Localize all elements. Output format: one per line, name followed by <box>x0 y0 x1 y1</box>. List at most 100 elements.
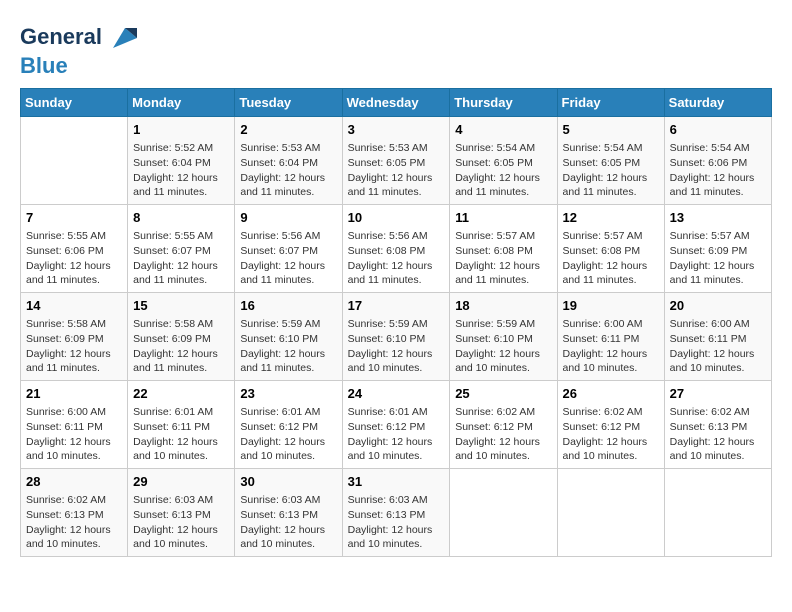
calendar-cell: 23 Sunrise: 6:01 AM Sunset: 6:12 PM Dayli… <box>235 381 342 469</box>
calendar-cell: 19 Sunrise: 6:00 AM Sunset: 6:11 PM Dayli… <box>557 293 664 381</box>
day-number: 14 <box>26 297 122 315</box>
day-number: 4 <box>455 121 551 139</box>
calendar-week-row: 28 Sunrise: 6:02 AM Sunset: 6:13 PM Dayli… <box>21 468 772 556</box>
day-number: 1 <box>133 121 229 139</box>
day-number: 31 <box>348 473 445 491</box>
day-number: 10 <box>348 209 445 227</box>
calendar-header-row: SundayMondayTuesdayWednesdayThursdayFrid… <box>21 89 772 117</box>
day-number: 18 <box>455 297 551 315</box>
day-number: 19 <box>563 297 659 315</box>
column-header-friday: Friday <box>557 89 664 117</box>
calendar-week-row: 14 Sunrise: 5:58 AM Sunset: 6:09 PM Dayli… <box>21 293 772 381</box>
column-header-monday: Monday <box>128 89 235 117</box>
day-info: Sunrise: 5:59 AM Sunset: 6:10 PM Dayligh… <box>240 317 336 376</box>
day-info: Sunrise: 6:02 AM Sunset: 6:13 PM Dayligh… <box>26 493 122 552</box>
day-info: Sunrise: 6:00 AM Sunset: 6:11 PM Dayligh… <box>670 317 766 376</box>
day-info: Sunrise: 5:54 AM Sunset: 6:06 PM Dayligh… <box>670 141 766 200</box>
calendar-cell: 9Sunrise: 5:56 AM Sunset: 6:07 PM Daylig… <box>235 205 342 293</box>
day-info: Sunrise: 5:54 AM Sunset: 6:05 PM Dayligh… <box>455 141 551 200</box>
page-header: General Blue <box>20 20 772 78</box>
day-info: Sunrise: 6:01 AM Sunset: 6:12 PM Dayligh… <box>240 405 336 464</box>
day-number: 12 <box>563 209 659 227</box>
day-number: 13 <box>670 209 766 227</box>
calendar-cell: 25Sunrise: 6:02 AM Sunset: 6:12 PM Dayli… <box>450 381 557 469</box>
calendar-cell: 24 Sunrise: 6:01 AM Sunset: 6:12 PM Dayli… <box>342 381 450 469</box>
calendar-cell: 15 Sunrise: 5:58 AM Sunset: 6:09 PM Dayli… <box>128 293 235 381</box>
calendar-cell: 7 Sunrise: 5:55 AM Sunset: 6:06 PM Daylig… <box>21 205 128 293</box>
day-info: Sunrise: 5:54 AM Sunset: 6:05 PM Dayligh… <box>563 141 659 200</box>
day-number: 23 <box>240 385 336 403</box>
calendar-cell: 31 Sunrise: 6:03 AM Sunset: 6:13 PM Dayli… <box>342 468 450 556</box>
day-info: Sunrise: 5:52 AM Sunset: 6:04 PM Dayligh… <box>133 141 229 200</box>
day-info: Sunrise: 6:01 AM Sunset: 6:12 PM Dayligh… <box>348 405 445 464</box>
day-info: Sunrise: 5:57 AM Sunset: 6:09 PM Dayligh… <box>670 229 766 288</box>
calendar-cell: 5 Sunrise: 5:54 AM Sunset: 6:05 PM Daylig… <box>557 117 664 205</box>
calendar-cell: 13 Sunrise: 5:57 AM Sunset: 6:09 PM Dayli… <box>664 205 771 293</box>
calendar-cell: 10 Sunrise: 5:56 AM Sunset: 6:08 PM Dayli… <box>342 205 450 293</box>
day-number: 21 <box>26 385 122 403</box>
calendar-cell: 8 Sunrise: 5:55 AM Sunset: 6:07 PM Daylig… <box>128 205 235 293</box>
day-info: Sunrise: 5:55 AM Sunset: 6:06 PM Dayligh… <box>26 229 122 288</box>
day-info: Sunrise: 6:01 AM Sunset: 6:11 PM Dayligh… <box>133 405 229 464</box>
calendar-cell: 6 Sunrise: 5:54 AM Sunset: 6:06 PM Daylig… <box>664 117 771 205</box>
calendar-cell: 28 Sunrise: 6:02 AM Sunset: 6:13 PM Dayli… <box>21 468 128 556</box>
calendar-cell: 26 Sunrise: 6:02 AM Sunset: 6:12 PM Dayli… <box>557 381 664 469</box>
calendar-cell: 1 Sunrise: 5:52 AM Sunset: 6:04 PM Daylig… <box>128 117 235 205</box>
day-number: 20 <box>670 297 766 315</box>
day-info: Sunrise: 5:55 AM Sunset: 6:07 PM Dayligh… <box>133 229 229 288</box>
day-info: Sunrise: 5:58 AM Sunset: 6:09 PM Dayligh… <box>133 317 229 376</box>
calendar-week-row: 7 Sunrise: 5:55 AM Sunset: 6:06 PM Daylig… <box>21 205 772 293</box>
calendar-cell: 3 Sunrise: 5:53 AM Sunset: 6:05 PM Daylig… <box>342 117 450 205</box>
day-number: 27 <box>670 385 766 403</box>
calendar-cell <box>450 468 557 556</box>
day-number: 17 <box>348 297 445 315</box>
day-info: Sunrise: 5:53 AM Sunset: 6:04 PM Dayligh… <box>240 141 336 200</box>
day-number: 3 <box>348 121 445 139</box>
day-info: Sunrise: 6:03 AM Sunset: 6:13 PM Dayligh… <box>240 493 336 552</box>
logo-text: General <box>20 25 102 49</box>
day-number: 24 <box>348 385 445 403</box>
day-info: Sunrise: 5:53 AM Sunset: 6:05 PM Dayligh… <box>348 141 445 200</box>
column-header-saturday: Saturday <box>664 89 771 117</box>
day-number: 5 <box>563 121 659 139</box>
day-number: 30 <box>240 473 336 491</box>
day-number: 9 <box>240 209 336 227</box>
day-info: Sunrise: 6:02 AM Sunset: 6:13 PM Dayligh… <box>670 405 766 464</box>
calendar-cell: 20 Sunrise: 6:00 AM Sunset: 6:11 PM Dayli… <box>664 293 771 381</box>
day-info: Sunrise: 5:57 AM Sunset: 6:08 PM Dayligh… <box>563 229 659 288</box>
calendar-cell: 12 Sunrise: 5:57 AM Sunset: 6:08 PM Dayli… <box>557 205 664 293</box>
day-info: Sunrise: 6:03 AM Sunset: 6:13 PM Dayligh… <box>348 493 445 552</box>
column-header-sunday: Sunday <box>21 89 128 117</box>
day-number: 15 <box>133 297 229 315</box>
calendar-week-row: 21 Sunrise: 6:00 AM Sunset: 6:11 PM Dayli… <box>21 381 772 469</box>
day-number: 8 <box>133 209 229 227</box>
calendar-cell: 4 Sunrise: 5:54 AM Sunset: 6:05 PM Daylig… <box>450 117 557 205</box>
day-number: 16 <box>240 297 336 315</box>
day-number: 7 <box>26 209 122 227</box>
day-number: 11 <box>455 209 551 227</box>
logo-blue: Blue <box>20 54 139 78</box>
calendar-cell: 29Sunrise: 6:03 AM Sunset: 6:13 PM Dayli… <box>128 468 235 556</box>
day-info: Sunrise: 6:02 AM Sunset: 6:12 PM Dayligh… <box>455 405 551 464</box>
calendar-cell: 2Sunrise: 5:53 AM Sunset: 6:04 PM Daylig… <box>235 117 342 205</box>
day-info: Sunrise: 6:00 AM Sunset: 6:11 PM Dayligh… <box>563 317 659 376</box>
calendar-cell: 14Sunrise: 5:58 AM Sunset: 6:09 PM Dayli… <box>21 293 128 381</box>
logo-icon <box>105 20 139 54</box>
day-info: Sunrise: 6:03 AM Sunset: 6:13 PM Dayligh… <box>133 493 229 552</box>
calendar-cell: 21 Sunrise: 6:00 AM Sunset: 6:11 PM Dayli… <box>21 381 128 469</box>
day-number: 26 <box>563 385 659 403</box>
day-info: Sunrise: 5:56 AM Sunset: 6:08 PM Dayligh… <box>348 229 445 288</box>
calendar-cell: 18 Sunrise: 5:59 AM Sunset: 6:10 PM Dayli… <box>450 293 557 381</box>
calendar-cell: 27 Sunrise: 6:02 AM Sunset: 6:13 PM Dayli… <box>664 381 771 469</box>
calendar-cell <box>557 468 664 556</box>
column-header-wednesday: Wednesday <box>342 89 450 117</box>
calendar-cell <box>664 468 771 556</box>
calendar-cell: 30 Sunrise: 6:03 AM Sunset: 6:13 PM Dayli… <box>235 468 342 556</box>
day-number: 6 <box>670 121 766 139</box>
day-info: Sunrise: 5:59 AM Sunset: 6:10 PM Dayligh… <box>455 317 551 376</box>
calendar-cell: 22Sunrise: 6:01 AM Sunset: 6:11 PM Dayli… <box>128 381 235 469</box>
day-number: 28 <box>26 473 122 491</box>
day-info: Sunrise: 6:00 AM Sunset: 6:11 PM Dayligh… <box>26 405 122 464</box>
calendar-cell: 11Sunrise: 5:57 AM Sunset: 6:08 PM Dayli… <box>450 205 557 293</box>
day-info: Sunrise: 6:02 AM Sunset: 6:12 PM Dayligh… <box>563 405 659 464</box>
